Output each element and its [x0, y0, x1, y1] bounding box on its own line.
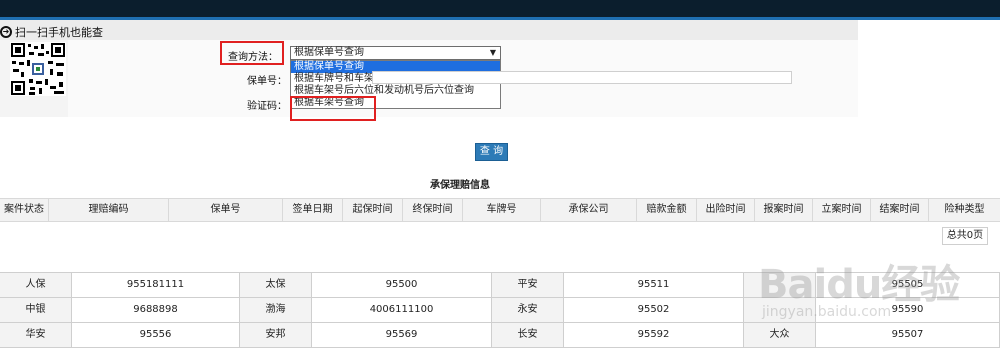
header-strip [0, 20, 1000, 41]
column-header: 案件状态 [4, 204, 44, 215]
company-phone: 4006111100 [312, 298, 492, 322]
column-header: 承保公司 [540, 199, 636, 221]
table-row: 华安 95556 安邦 95569 长安 95592 大众 95507 [0, 323, 1000, 348]
company-name: 永安 [492, 298, 564, 322]
company-name [744, 298, 816, 322]
policy-label: 保单号： [247, 76, 287, 87]
column-header: 赔款金额 [636, 199, 696, 221]
company-phone: 95500 [312, 273, 492, 297]
scan-text: 扫一扫手机也能查 [15, 26, 103, 39]
table-row: 人保 955181111 太保 95500 平安 95511 95505 [0, 273, 1000, 298]
company-name: 太保 [240, 273, 312, 297]
company-phone: 95592 [564, 323, 744, 347]
column-header: 理赔编码 [48, 199, 168, 221]
column-header: 结案时间 [870, 199, 928, 221]
column-header: 险种类型 [928, 199, 1000, 221]
table-row: 中银 9688898 渤海 4006111100 永安 95502 95590 [0, 298, 1000, 323]
page-count: 总共0页 [942, 227, 988, 245]
method-select-value: 根据保单号查询 [294, 47, 364, 58]
policy-input[interactable] [372, 71, 792, 84]
company-name: 华安 [0, 323, 72, 347]
hotline-table: 人保 955181111 太保 95500 平安 95511 95505 中银 … [0, 272, 1000, 348]
company-name: 大众 [744, 323, 816, 347]
company-phone: 95505 [816, 273, 1000, 297]
column-header: 终保时间 [402, 199, 462, 221]
arrow-circle-icon: ➜ [0, 26, 12, 38]
company-name: 中银 [0, 298, 72, 322]
scan-hint: ➜ 扫一扫手机也能查 [0, 24, 103, 40]
column-header: 报案时间 [754, 199, 812, 221]
company-phone: 95507 [816, 323, 1000, 347]
method-label-highlight [220, 41, 284, 65]
company-name: 长安 [492, 323, 564, 347]
company-phone: 95556 [72, 323, 240, 347]
right-blank-area [858, 20, 1000, 140]
company-phone: 95511 [564, 273, 744, 297]
query-button[interactable]: 查 询 [475, 143, 508, 161]
column-header: 立案时间 [812, 199, 870, 221]
company-phone: 9688898 [72, 298, 240, 322]
table-header-row: 案件状态 理赔编码 保单号 签单日期 起保时间 终保时间 车牌号 承保公司 赔款… [0, 198, 1000, 222]
option-highlight [290, 96, 376, 121]
chevron-down-icon[interactable]: ▼ [490, 47, 496, 59]
method-select[interactable]: 根据保单号查询 ▼ [290, 46, 501, 60]
company-phone: 95590 [816, 298, 1000, 322]
company-name [744, 273, 816, 297]
company-name: 安邦 [240, 323, 312, 347]
column-header: 车牌号 [462, 199, 540, 221]
company-name: 平安 [492, 273, 564, 297]
column-header: 出险时间 [696, 199, 754, 221]
code-label: 验证码： [247, 101, 287, 112]
column-header: 签单日期 [282, 199, 342, 221]
company-phone: 95569 [312, 323, 492, 347]
section-title: 承保理赔信息 [430, 180, 490, 191]
company-phone: 95502 [564, 298, 744, 322]
qr-code-icon [10, 42, 66, 96]
column-header: 保单号 [168, 199, 282, 221]
company-name: 人保 [0, 273, 72, 297]
company-phone: 955181111 [72, 273, 240, 297]
column-header: 起保时间 [342, 199, 402, 221]
company-name: 渤海 [240, 298, 312, 322]
